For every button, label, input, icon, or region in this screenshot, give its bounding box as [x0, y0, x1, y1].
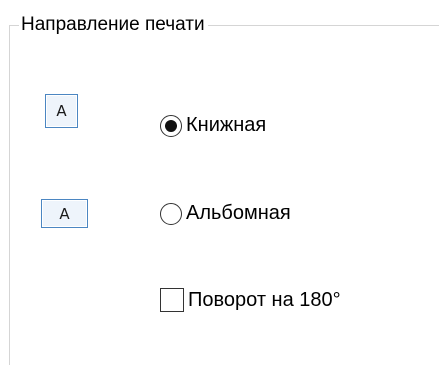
radio-selected-dot — [165, 119, 177, 132]
portrait-radio-button[interactable] — [160, 114, 182, 137]
landscape-radio-option[interactable]: Альбомная — [160, 202, 291, 225]
portrait-radio-option[interactable]: Книжная — [160, 114, 266, 137]
group-title: Направление печати — [19, 12, 208, 38]
landscape-radio-label[interactable]: Альбомная — [186, 202, 291, 225]
portrait-page-icon: A — [45, 94, 78, 128]
rotate-180-checkbox[interactable] — [160, 288, 184, 312]
rotate-180-option[interactable]: Поворот на 180° — [160, 288, 341, 312]
portrait-icon-glyph: A — [56, 102, 67, 120]
landscape-page-icon: A — [41, 199, 88, 228]
landscape-icon-glyph: A — [59, 204, 70, 223]
rotate-180-label[interactable]: Поворот на 180° — [188, 289, 341, 312]
portrait-radio-label[interactable]: Книжная — [186, 114, 266, 137]
landscape-radio-button[interactable] — [160, 202, 182, 225]
print-orientation-group — [9, 25, 439, 365]
